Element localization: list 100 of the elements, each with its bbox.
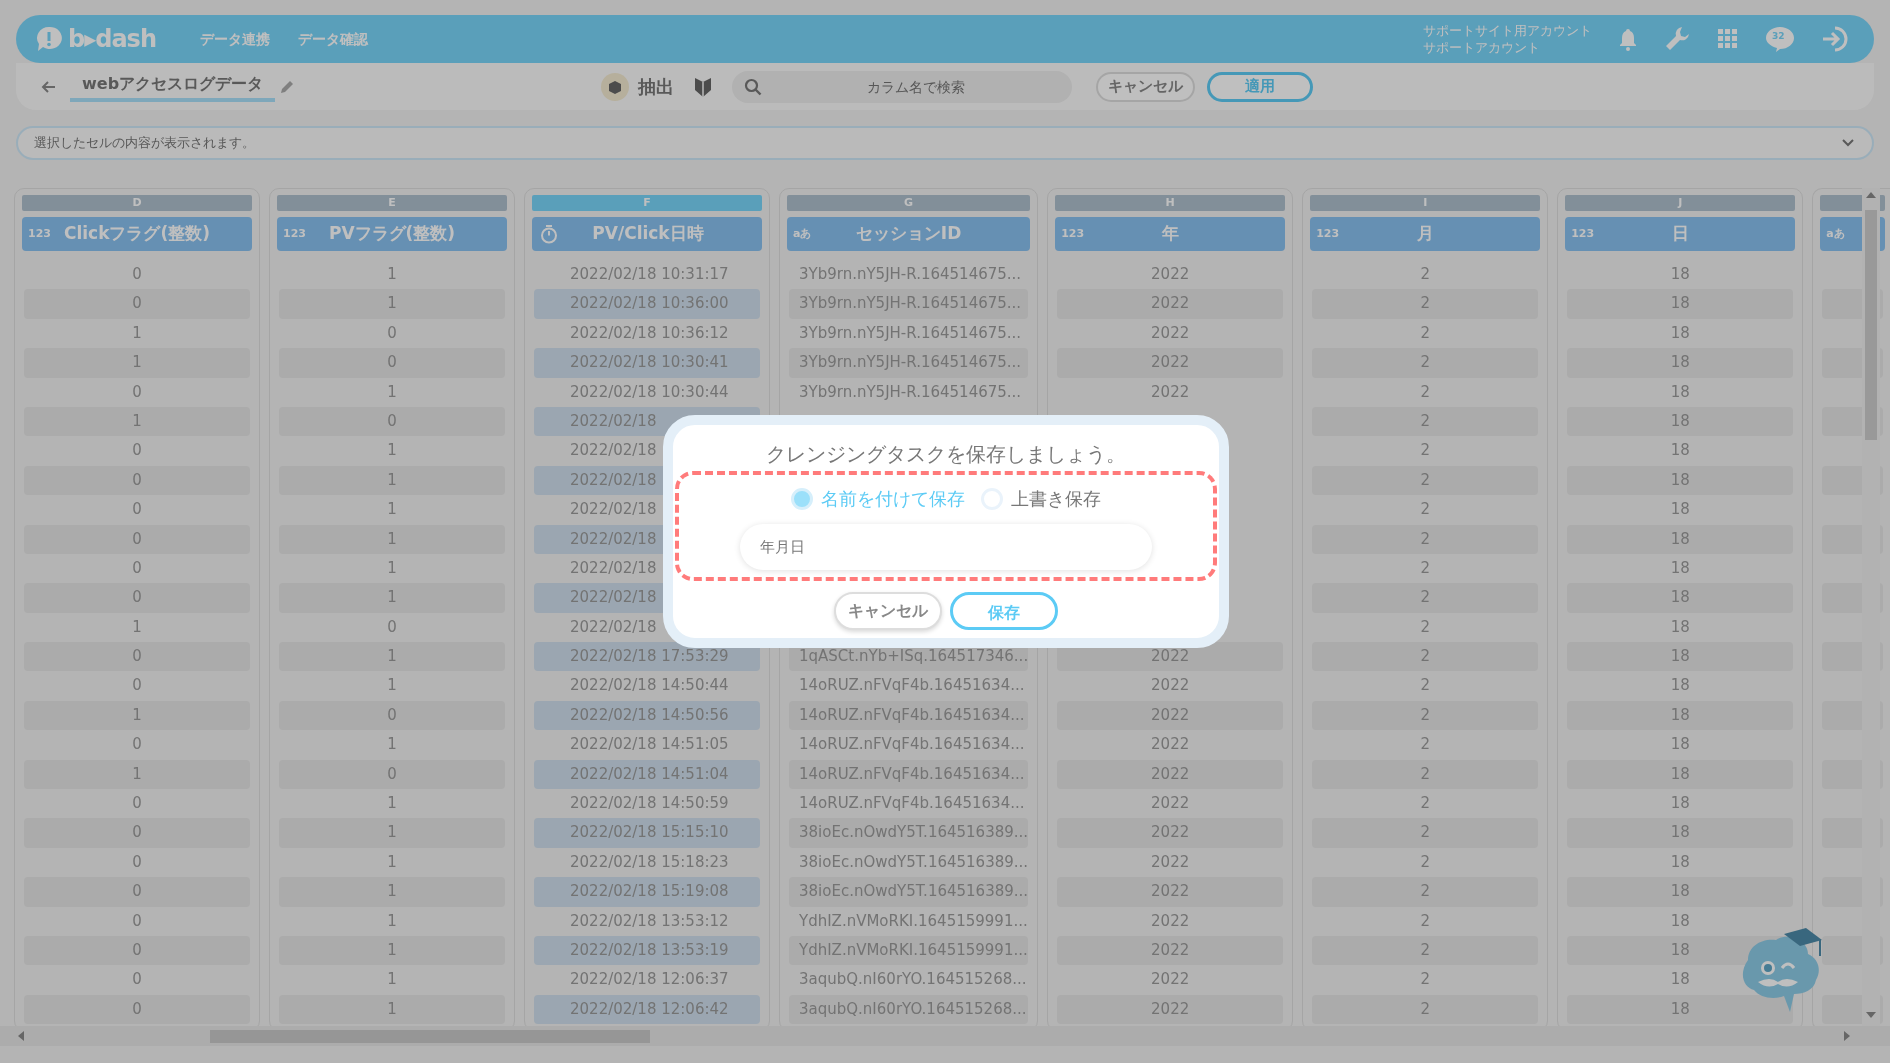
table-cell[interactable]: 2 — [1312, 818, 1539, 848]
table-cell[interactable]: 2 — [1312, 465, 1539, 496]
column-header[interactable]: 123 Clickフラグ(整数) — [22, 217, 252, 251]
column-header[interactable]: 123 月 — [1310, 217, 1541, 251]
table-cell[interactable]: 1 — [279, 642, 505, 672]
column-letter[interactable]: D — [22, 195, 252, 211]
table-cell[interactable]: 18 — [1567, 906, 1794, 936]
table-cell[interactable]: 18 — [1567, 406, 1794, 437]
table-cell[interactable]: 2022 — [1057, 377, 1284, 407]
table-cell[interactable]: 2022 — [1057, 789, 1284, 819]
table-cell[interactable]: 2022/02/18 14:50:56 — [534, 700, 760, 731]
column-header[interactable]: 123 日 — [1565, 217, 1796, 251]
table-cell[interactable]: 0 — [24, 671, 250, 701]
column-letter[interactable]: E — [277, 195, 507, 211]
table-cell[interactable]: 1 — [279, 583, 505, 613]
radio-option[interactable]: 上書き保存 — [981, 485, 1101, 512]
search-field[interactable]: カラム名で検索 — [732, 70, 1072, 103]
table-cell[interactable]: 2 — [1312, 583, 1539, 613]
table-cell[interactable]: 2022 — [1057, 994, 1284, 1025]
radio-option[interactable]: 名前を付けて保存 — [791, 485, 965, 512]
table-cell[interactable]: 14oRUZ.nFVqF4b.16451634... — [789, 789, 1029, 819]
table-cell[interactable]: 18 — [1567, 789, 1794, 819]
table-cell[interactable]: 2 — [1312, 965, 1539, 995]
table-cell[interactable]: 18 — [1567, 524, 1794, 554]
table-cell[interactable]: 2022/02/18 10:30:44 — [534, 377, 760, 407]
table-cell[interactable]: 3Yb9rn.nY5JH-R.164514675... — [789, 348, 1029, 378]
table-cell[interactable]: 3Yb9rn.nY5JH-R.164514675... — [789, 318, 1029, 349]
column-letter[interactable]: H — [1055, 195, 1286, 211]
table-cell[interactable]: 0 — [24, 642, 250, 672]
table-cell[interactable]: 2022/02/18 14:50:44 — [534, 671, 760, 701]
table-cell[interactable]: 1 — [279, 553, 505, 584]
table-cell[interactable]: 2022 — [1057, 906, 1284, 936]
table-cell[interactable]: 1 — [279, 465, 505, 496]
table-cell[interactable]: 2 — [1312, 936, 1539, 966]
table-cell[interactable]: 0 — [24, 436, 250, 466]
table-cell[interactable]: 2022/02/18 15:15:10 — [534, 818, 760, 848]
table-cell[interactable]: 0 — [279, 348, 505, 378]
column-letter[interactable]: F — [532, 195, 762, 211]
table-cell[interactable]: 0 — [279, 612, 505, 643]
table-cell[interactable]: 2022 — [1057, 759, 1284, 790]
table-cell[interactable]: 2022/02/18 13:53:12 — [534, 906, 760, 936]
document-title[interactable]: webアクセスログデータ — [70, 71, 276, 102]
table-cell[interactable]: 2 — [1312, 260, 1539, 290]
cell-preview-field[interactable]: 選択したセルの内容が表示されます。 — [32, 132, 1842, 154]
table-cell[interactable]: 2022/02/18 12:06:37 — [534, 965, 760, 995]
table-cell[interactable]: 0 — [24, 377, 250, 407]
table-cell[interactable]: 0 — [24, 553, 250, 584]
column-letter[interactable]: I — [1310, 195, 1541, 211]
table-cell[interactable]: 2 — [1312, 377, 1539, 407]
table-cell[interactable]: 2 — [1312, 436, 1539, 466]
table-cell[interactable]: 2022 — [1057, 847, 1284, 878]
table-cell[interactable]: 0 — [24, 465, 250, 496]
table-cell[interactable]: 14oRUZ.nFVqF4b.16451634... — [789, 671, 1029, 701]
column-letter[interactable]: J — [1565, 195, 1796, 211]
table-cell[interactable]: 2022/02/18 13:53:19 — [534, 936, 760, 966]
table-cell[interactable]: 18 — [1567, 877, 1794, 907]
table-cell[interactable]: 1 — [279, 436, 505, 466]
table-cell[interactable]: 2022/02/18 15:18:23 — [534, 847, 760, 878]
table-cell[interactable]: 2 — [1312, 877, 1539, 907]
table-cell[interactable]: 2022/02/18 14:51:05 — [534, 730, 760, 760]
table-cell[interactable]: 0 — [24, 877, 250, 907]
table-cell[interactable]: 18 — [1567, 730, 1794, 760]
table-cell[interactable]: 2022 — [1057, 348, 1284, 378]
table-cell[interactable]: 38ioEc.nOwdY5T.164516389... — [789, 847, 1029, 878]
table-cell[interactable]: YdhIZ.nVMoRKI.1645159991... — [789, 936, 1029, 966]
nav-link[interactable]: データ確認 — [298, 28, 368, 50]
table-cell[interactable]: 2022 — [1057, 700, 1284, 731]
column-header[interactable]: PV/Click日時 — [532, 217, 762, 251]
table-cell[interactable]: 18 — [1567, 495, 1794, 525]
table-cell[interactable]: 2 — [1312, 289, 1539, 319]
table-cell[interactable]: 38ioEc.nOwdY5T.164516389... — [789, 818, 1029, 848]
table-cell[interactable]: 0 — [24, 906, 250, 936]
table-cell[interactable]: 1 — [279, 289, 505, 319]
table-cell[interactable]: 18 — [1567, 583, 1794, 613]
table-cell[interactable]: 2 — [1312, 730, 1539, 760]
table-cell[interactable]: 1 — [24, 700, 250, 731]
table-cell[interactable]: 1 — [279, 906, 505, 936]
table-cell[interactable]: 2022/02/18 12:06:42 — [534, 994, 760, 1025]
table-cell[interactable]: 2 — [1312, 671, 1539, 701]
cancel-button[interactable]: キャンセル — [834, 592, 942, 630]
logo-text[interactable]: b▸dash — [68, 21, 156, 57]
nav-link[interactable]: データ連携 — [200, 28, 270, 50]
table-cell[interactable]: 2022/02/18 10:31:17 — [534, 260, 760, 290]
table-cell[interactable]: 2 — [1312, 318, 1539, 349]
table-cell[interactable]: 3aqubQ.nI60rYO.164515268... — [789, 965, 1029, 995]
table-cell[interactable]: 2 — [1312, 406, 1539, 437]
apply-button[interactable]: 適用 — [1207, 71, 1313, 102]
table-cell[interactable]: 0 — [24, 730, 250, 760]
table-cell[interactable]: 2022 — [1057, 318, 1284, 349]
table-cell[interactable]: 14oRUZ.nFVqF4b.16451634... — [789, 759, 1029, 790]
table-cell[interactable]: 18 — [1567, 553, 1794, 584]
table-cell[interactable]: 2022/02/18 10:36:12 — [534, 318, 760, 349]
table-cell[interactable]: 0 — [279, 318, 505, 349]
table-cell[interactable]: 1 — [279, 495, 505, 525]
table-cell[interactable]: 2 — [1312, 495, 1539, 525]
table-cell[interactable]: 0 — [24, 847, 250, 878]
table-cell[interactable]: 1 — [279, 965, 505, 995]
table-cell[interactable]: 0 — [24, 289, 250, 319]
table-cell[interactable]: 1 — [279, 730, 505, 760]
table-cell[interactable]: 0 — [24, 583, 250, 613]
